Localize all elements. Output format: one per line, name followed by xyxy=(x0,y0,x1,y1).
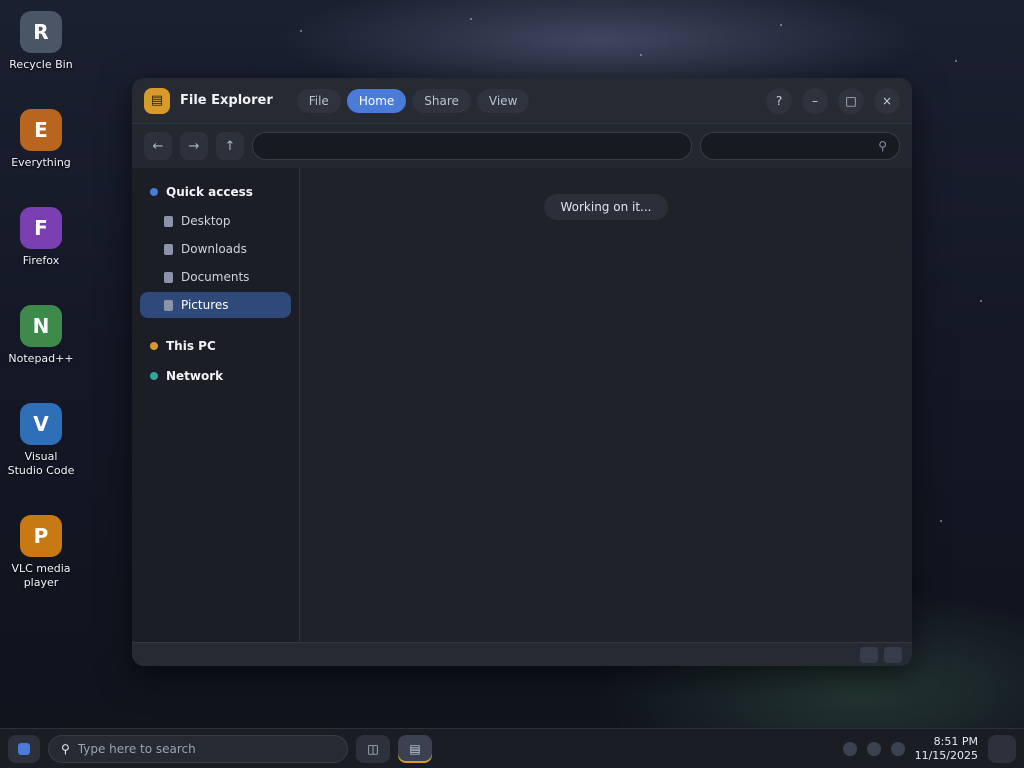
shortcut-label: Everything xyxy=(11,156,71,169)
notifications-icon[interactable] xyxy=(988,734,1016,763)
shortcut-label: Visual Studio Code xyxy=(7,450,75,477)
minimize-icon[interactable]: – xyxy=(802,87,828,114)
star xyxy=(470,18,472,20)
file-browser-panel: ▤ File Explorer File Home Share View ? –… xyxy=(132,78,912,666)
clock-time: 8:51 PM xyxy=(933,734,978,748)
show-hidden-icons-icon[interactable] xyxy=(842,741,857,756)
close-icon[interactable]: × xyxy=(874,87,900,114)
shortcut-vscode[interactable]: V Visual Studio Code xyxy=(4,398,78,483)
rail-group-label: Quick access xyxy=(166,185,253,199)
volume-muted-icon[interactable] xyxy=(890,741,905,756)
rail-item-network[interactable]: Network xyxy=(140,362,291,390)
star xyxy=(640,54,642,56)
star xyxy=(980,300,982,302)
rail-group-label: Network xyxy=(166,369,224,383)
path-field[interactable] xyxy=(252,132,692,160)
shortcut-label: VLC media player xyxy=(11,562,71,589)
star xyxy=(300,30,302,32)
shortcut-vlc[interactable]: P VLC media player xyxy=(4,510,78,595)
task-view-icon[interactable]: ◫ xyxy=(356,734,390,763)
magnifier-icon: ⚲ xyxy=(878,139,887,153)
document-icon xyxy=(164,271,173,283)
loading-status: Working on it... xyxy=(544,194,668,220)
everything-icon: E xyxy=(20,109,62,151)
shortcut-notepad-plus-plus[interactable]: N Notepad++ xyxy=(4,300,78,371)
document-icon xyxy=(164,299,173,311)
clock[interactable]: 8:51 PM 11/15/2025 xyxy=(915,735,978,763)
star xyxy=(940,520,942,522)
details-view-icon[interactable] xyxy=(860,646,878,663)
up-icon[interactable]: ↑ xyxy=(216,132,244,160)
system-tray: 8:51 PM 11/15/2025 xyxy=(842,734,1016,763)
chip-file[interactable]: File xyxy=(296,88,341,113)
rail-item-label: Pictures xyxy=(181,298,229,312)
rail-item-pictures[interactable]: Pictures xyxy=(140,292,291,318)
help-icon[interactable]: ? xyxy=(766,87,792,114)
menu-chips: File Home Share View xyxy=(296,88,530,113)
rail-item-label: Desktop xyxy=(181,214,231,228)
chip-home[interactable]: Home xyxy=(346,88,407,113)
code-editor-icon: V xyxy=(20,403,62,445)
rail-item-label: Downloads xyxy=(181,242,247,256)
rail-item-desktop[interactable]: Desktop xyxy=(140,208,291,234)
rail-item-label: Documents xyxy=(181,270,250,284)
star xyxy=(955,60,957,62)
chip-share[interactable]: Share xyxy=(412,88,471,113)
find-field[interactable]: ⚲ xyxy=(700,132,900,160)
panel-footer xyxy=(132,642,912,666)
notepad-icon: N xyxy=(20,305,62,347)
recycle-bin-icon: R xyxy=(20,11,62,53)
dock-search-input[interactable] xyxy=(77,741,335,756)
start-button[interactable] xyxy=(8,734,40,763)
panel-body: Quick access Desktop Downloads Documents… xyxy=(132,168,912,642)
dock-search-box[interactable]: ⚲ xyxy=(48,734,348,763)
bottom-dock: ⚲ ◫ ▤ 8:51 PM 11/15/2025 xyxy=(0,728,1024,768)
shortcut-recycle-bin[interactable]: R Recycle Bin xyxy=(4,6,78,77)
network-icon xyxy=(150,372,158,380)
forward-icon[interactable]: → xyxy=(180,132,208,160)
shortcut-firefox[interactable]: F Firefox xyxy=(4,202,78,273)
rail-group-label: This PC xyxy=(166,339,216,353)
rail-item-documents[interactable]: Documents xyxy=(140,264,291,290)
language-icon[interactable] xyxy=(866,741,881,756)
shortcut-everything[interactable]: E Everything xyxy=(4,104,78,175)
content-area: Working on it... xyxy=(300,168,912,642)
rail-spacer xyxy=(140,320,291,330)
navigation-rail: Quick access Desktop Downloads Documents… xyxy=(132,168,300,642)
computer-icon xyxy=(150,342,158,350)
panel-title: File Explorer xyxy=(180,93,273,108)
search-icon: ⚲ xyxy=(61,741,70,756)
firefox-icon: F xyxy=(20,207,62,249)
back-icon[interactable]: ← xyxy=(144,132,172,160)
media-player-icon: P xyxy=(20,515,62,557)
chip-view[interactable]: View xyxy=(476,88,530,113)
find-input[interactable] xyxy=(713,139,873,153)
tiles-view-icon[interactable] xyxy=(884,646,902,663)
dock-app-file-browser[interactable]: ▤ xyxy=(398,734,432,763)
document-icon xyxy=(164,215,173,227)
maximize-icon[interactable]: □ xyxy=(838,87,864,114)
navigation-toolbar: ← → ↑ ⚲ xyxy=(132,124,912,168)
star-icon xyxy=(150,188,158,196)
start-icon xyxy=(18,742,30,755)
shortcut-label: Recycle Bin xyxy=(9,58,73,71)
shortcut-label: Notepad++ xyxy=(8,352,74,365)
rail-group-pinned[interactable]: Quick access xyxy=(140,178,291,206)
folder-icon: ▤ xyxy=(144,87,170,114)
shortcut-label: Firefox xyxy=(22,254,60,267)
document-icon xyxy=(164,243,173,255)
clock-date: 11/15/2025 xyxy=(914,748,978,762)
rail-item-this-pc[interactable]: This PC xyxy=(140,332,291,360)
panel-header: ▤ File Explorer File Home Share View ? –… xyxy=(132,78,912,124)
rail-item-downloads[interactable]: Downloads xyxy=(140,236,291,262)
star xyxy=(780,24,782,26)
